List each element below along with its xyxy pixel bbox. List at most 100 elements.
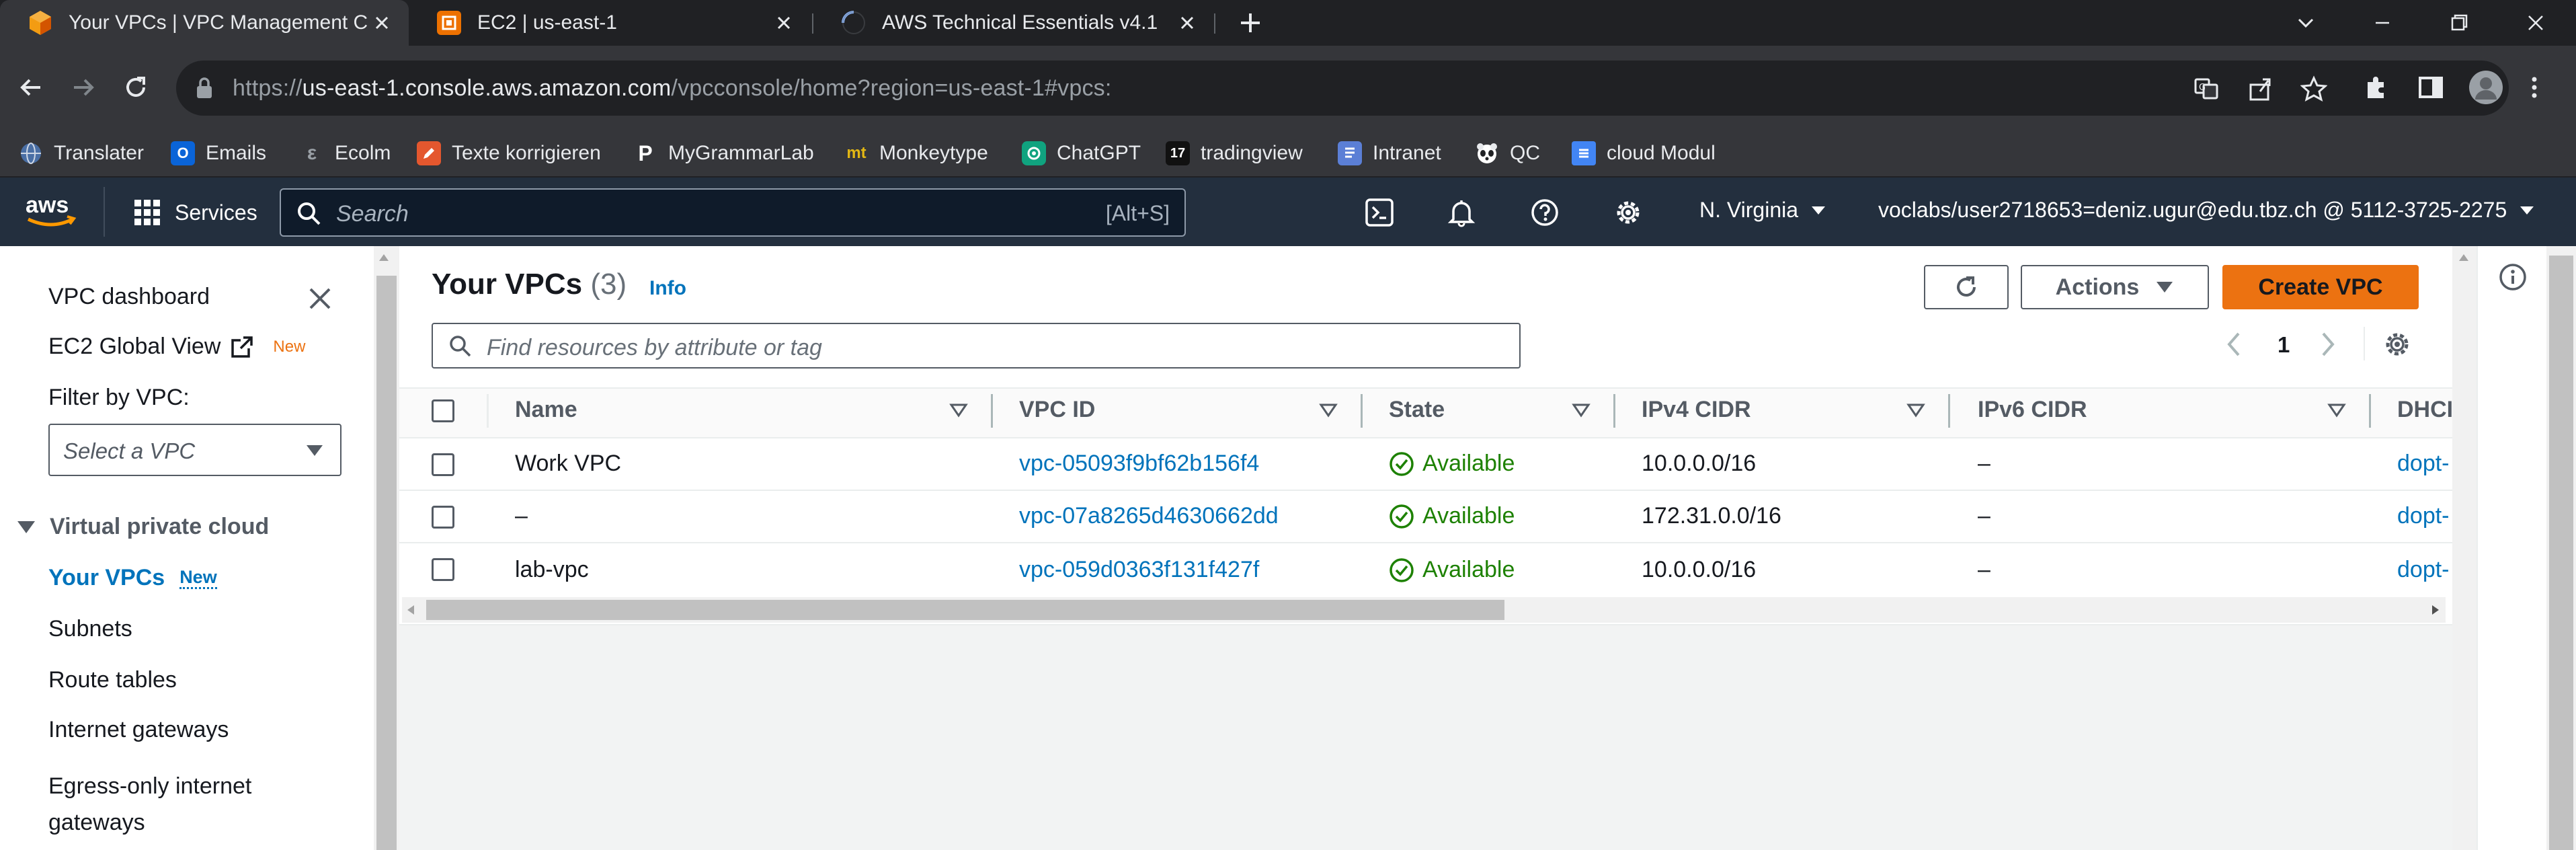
info-circle-icon[interactable]	[2498, 262, 2528, 292]
browser-tab-aws-essentials[interactable]: AWS Technical Essentials v4.1	[813, 0, 1214, 46]
sidebar-scrollbar-thumb[interactable]	[376, 276, 397, 850]
column-header-state[interactable]: State	[1389, 397, 1445, 423]
preferences-gear-icon[interactable]	[2382, 330, 2412, 359]
bookmark-translater[interactable]: Translater	[19, 139, 144, 168]
address-bar[interactable]: https://us-east-1.console.aws.amazon.com…	[176, 61, 2509, 116]
account-menu[interactable]: voclabs/user2718653=deniz.ugur@edu.tbz.c…	[1878, 198, 2535, 223]
dhcp-options-link[interactable]: dopt-	[2397, 557, 2450, 582]
sidebar-item-internet-gateways[interactable]: Internet gateways	[48, 717, 229, 743]
bookmark-ecolm[interactable]: ε Ecolm	[300, 139, 391, 168]
bookmark-tradingview[interactable]: 17 tradingview	[1166, 139, 1303, 168]
aws-logo[interactable]: aws	[23, 191, 81, 233]
select-vpc-dropdown[interactable]: Select a VPC	[48, 424, 341, 476]
profile-avatar[interactable]	[2468, 70, 2503, 105]
browser-menu-icon[interactable]	[2528, 73, 2541, 102]
notifications-bell-icon[interactable]	[1447, 198, 1476, 227]
column-header-dhcp[interactable]: DHCI	[2397, 397, 2452, 422]
row-checkbox[interactable]	[432, 506, 454, 529]
side-panel-icon[interactable]	[2416, 73, 2446, 102]
bookmark-mygrammarlab[interactable]: P MyGrammarLab	[633, 139, 813, 168]
actions-button[interactable]: Actions	[2021, 265, 2209, 309]
tab-search-chevron-icon[interactable]	[2294, 11, 2318, 35]
reload-icon[interactable]	[121, 73, 151, 102]
sidebar-item-egress-only-gateways[interactable]: Egress-only internet gateways	[48, 768, 251, 841]
url-text[interactable]: https://us-east-1.console.aws.amazon.com…	[233, 75, 1112, 102]
bookmark-star-icon[interactable]	[2300, 75, 2327, 102]
bookmark-intranet[interactable]: Intranet	[1338, 139, 1441, 168]
sidebar-item-vpc-dashboard[interactable]: VPC dashboard	[48, 284, 210, 310]
column-separator[interactable]	[2369, 394, 2371, 428]
help-icon[interactable]	[1530, 198, 1560, 227]
extensions-puzzle-icon[interactable]	[2361, 73, 2390, 102]
close-tab-icon[interactable]	[1176, 12, 1198, 34]
dhcp-options-link[interactable]: dopt-	[2397, 503, 2450, 529]
bookmark-chatgpt[interactable]: ChatGPT	[1022, 139, 1141, 168]
vpc-id-link[interactable]: vpc-07a8265d4630662dd	[1019, 503, 1279, 529]
close-icon[interactable]	[307, 285, 333, 312]
sort-down-icon[interactable]	[1906, 402, 1925, 418]
lock-icon[interactable]	[194, 77, 215, 100]
bookmark-qc[interactable]: QC	[1475, 139, 1540, 168]
column-separator[interactable]	[991, 394, 993, 428]
find-resources-input[interactable]: Find resources by attribute or tag	[432, 323, 1521, 369]
page-vertical-scrollbar-thumb[interactable]	[2549, 256, 2573, 850]
info-link[interactable]: Info	[649, 277, 686, 300]
translate-icon[interactable]: G	[2193, 75, 2220, 102]
row-checkbox[interactable]	[432, 558, 454, 581]
close-tab-icon[interactable]	[371, 12, 393, 34]
scroll-left-arrow-icon[interactable]	[406, 604, 415, 616]
row-checkbox[interactable]	[432, 453, 454, 476]
page-number[interactable]: 1	[2278, 332, 2290, 358]
close-window-icon[interactable]	[2524, 11, 2548, 35]
bookmark-emails[interactable]: O Emails	[171, 139, 266, 168]
table-horizontal-scrollbar-thumb[interactable]	[426, 600, 1504, 620]
browser-tab-ec2[interactable]: EC2 | us-east-1	[409, 0, 811, 46]
sort-down-icon[interactable]	[1319, 402, 1338, 418]
column-header-name[interactable]: Name	[515, 397, 577, 423]
bookmark-monkeytype[interactable]: mt Monkeytype	[844, 139, 988, 168]
minimize-icon[interactable]	[2370, 11, 2394, 35]
new-tab-icon[interactable]	[1237, 9, 1264, 36]
bookmark-cloud-modul[interactable]: cloud Modul	[1572, 139, 1716, 168]
cloudshell-icon[interactable]	[1365, 198, 1394, 227]
content-vertical-scrollbar[interactable]	[2452, 246, 2477, 850]
vpc-id-link[interactable]: vpc-05093f9bf62b156f4	[1019, 451, 1259, 477]
sidebar-item-route-tables[interactable]: Route tables	[48, 667, 177, 693]
bookmark-texte-korrigieren[interactable]: Texte korrigieren	[417, 139, 601, 168]
mt-icon: mt	[846, 144, 867, 162]
column-separator[interactable]	[1613, 394, 1615, 428]
vpc-id-link[interactable]: vpc-059d0363f131f427f	[1019, 557, 1259, 583]
services-menu[interactable]: Services	[133, 196, 257, 229]
section-virtual-private-cloud[interactable]: Virtual private cloud	[16, 514, 269, 540]
column-separator[interactable]	[1948, 394, 1950, 428]
browser-tab-vpc[interactable]: Your VPCs | VPC Management C	[0, 0, 409, 46]
restore-icon[interactable]	[2447, 11, 2471, 35]
region-selector[interactable]: N. Virginia	[1699, 198, 1826, 223]
scroll-up-arrow-icon[interactable]	[2458, 253, 2470, 262]
select-all-checkbox[interactable]	[432, 399, 454, 422]
forward-arrow-icon[interactable]	[69, 73, 98, 102]
column-header-ipv6-cidr[interactable]: IPv6 CIDR	[1978, 397, 2087, 423]
sidebar-item-ec2-global-view[interactable]: EC2 Global View New	[48, 334, 305, 360]
scroll-right-arrow-icon[interactable]	[2431, 604, 2440, 616]
column-separator[interactable]	[1361, 394, 1363, 428]
sort-down-icon[interactable]	[949, 402, 968, 418]
refresh-button[interactable]	[1924, 265, 2009, 309]
column-header-ipv4-cidr[interactable]: IPv4 CIDR	[1642, 397, 1751, 423]
page-title: Your VPCs (3)	[432, 268, 627, 301]
share-icon[interactable]	[2247, 75, 2273, 102]
back-arrow-icon[interactable]	[16, 73, 46, 102]
sidebar-item-your-vpcs[interactable]: Your VPCs New	[48, 565, 217, 591]
sort-down-icon[interactable]	[2327, 402, 2346, 418]
scroll-up-arrow-icon[interactable]	[378, 253, 390, 262]
sort-down-icon[interactable]	[1572, 402, 1591, 418]
chevron-left-icon[interactable]	[2224, 330, 2244, 359]
close-tab-icon[interactable]	[773, 12, 795, 34]
create-vpc-button[interactable]: Create VPC	[2222, 265, 2419, 309]
column-header-vpc-id[interactable]: VPC ID	[1019, 397, 1095, 423]
dhcp-options-link[interactable]: dopt-	[2397, 451, 2450, 476]
aws-search-input[interactable]: Search [Alt+S]	[280, 188, 1186, 237]
sidebar-item-subnets[interactable]: Subnets	[48, 616, 132, 642]
chevron-right-icon[interactable]	[2318, 330, 2338, 359]
settings-gear-icon[interactable]	[1613, 198, 1643, 227]
